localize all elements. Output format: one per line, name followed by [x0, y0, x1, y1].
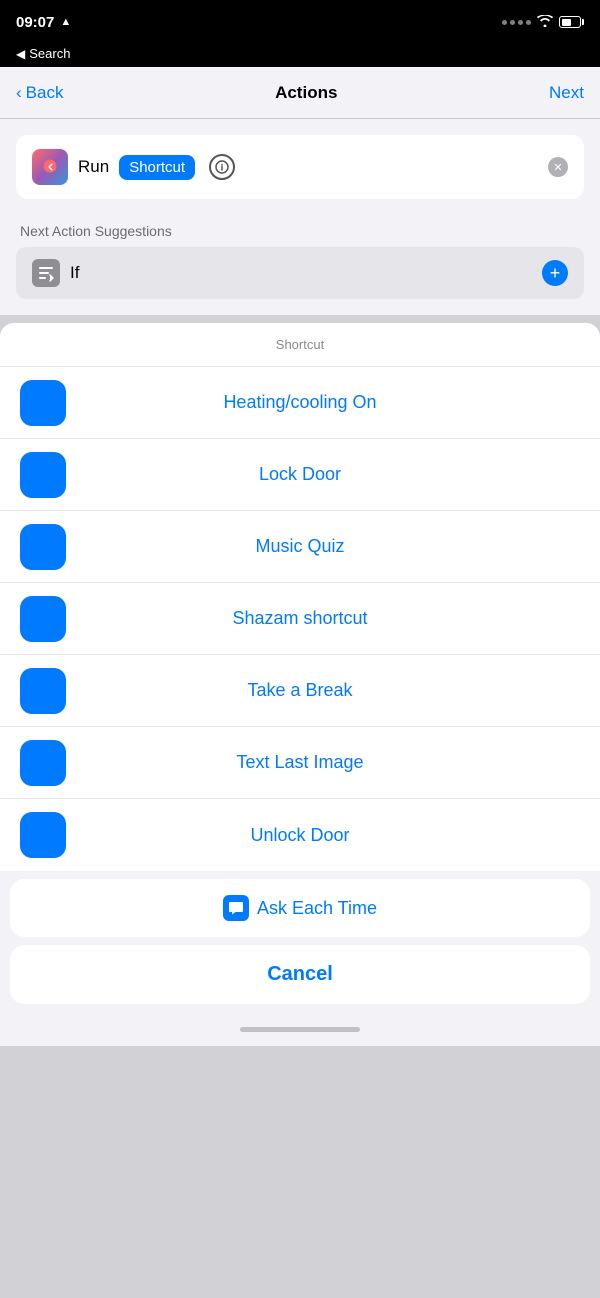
- search-back-arrow: ◀: [16, 47, 25, 61]
- item-label-lock-door: Lock Door: [82, 464, 518, 485]
- list-item[interactable]: Take a Break: [0, 655, 600, 727]
- back-label: Back: [26, 83, 64, 103]
- item-label-shazam: Shazam shortcut: [82, 608, 518, 629]
- bottom-sheet: Shortcut Heating/cooling On Lock Door Mu…: [0, 323, 600, 1046]
- ask-each-time-button[interactable]: Ask Each Time: [10, 879, 590, 937]
- next-button[interactable]: Next: [549, 83, 584, 103]
- section-suggestions-label: Next Action Suggestions: [16, 223, 584, 239]
- status-right: [502, 15, 584, 30]
- list-item[interactable]: Unlock Door: [0, 799, 600, 871]
- run-shortcut-card: Run Shortcut ✕: [16, 135, 584, 199]
- item-label-unlock-door: Unlock Door: [82, 825, 518, 846]
- ask-each-time-icon: [223, 895, 249, 921]
- item-label-heating: Heating/cooling On: [82, 392, 518, 413]
- nav-bar: ‹ Back Actions Next: [0, 67, 600, 119]
- list-item[interactable]: Lock Door: [0, 439, 600, 511]
- search-label: Search: [29, 46, 70, 61]
- item-icon-text-last-image: [20, 740, 66, 786]
- item-icon-take-break: [20, 668, 66, 714]
- list-item[interactable]: Shazam shortcut: [0, 583, 600, 655]
- item-icon-lock-door: [20, 452, 66, 498]
- search-bar: ◀ Search: [0, 44, 600, 67]
- page-title: Actions: [275, 83, 337, 103]
- sheet-header: Shortcut: [0, 323, 600, 367]
- signal-dots: [502, 20, 531, 25]
- item-label-text-last-image: Text Last Image: [82, 752, 518, 773]
- battery-icon: [559, 16, 584, 28]
- status-time: 09:07 ▲: [16, 14, 71, 31]
- home-bar: [240, 1027, 360, 1032]
- location-icon: ▲: [60, 16, 71, 28]
- if-label: If: [70, 263, 532, 283]
- list-item[interactable]: Text Last Image: [0, 727, 600, 799]
- if-suggestion-card[interactable]: If +: [16, 247, 584, 299]
- item-icon-unlock-door: [20, 812, 66, 858]
- sheet-title: Shortcut: [276, 337, 324, 352]
- back-chevron-icon: ‹: [16, 83, 22, 103]
- info-circle-icon[interactable]: [209, 154, 235, 180]
- back-button[interactable]: ‹ Back: [16, 83, 63, 103]
- home-indicator: [0, 1012, 600, 1046]
- shortcuts-app-icon: [32, 149, 68, 185]
- list-item[interactable]: Music Quiz: [0, 511, 600, 583]
- cancel-button[interactable]: Cancel: [10, 945, 590, 1004]
- if-icon: [32, 259, 60, 287]
- main-content: Run Shortcut ✕ Next Action Suggestions I…: [0, 119, 600, 315]
- item-label-music-quiz: Music Quiz: [82, 536, 518, 557]
- run-label: Run: [78, 157, 109, 177]
- item-icon-music-quiz: [20, 524, 66, 570]
- status-bar: 09:07 ▲: [0, 0, 600, 44]
- cancel-label: Cancel: [267, 963, 333, 986]
- wifi-icon: [537, 15, 553, 30]
- close-button[interactable]: ✕: [548, 157, 568, 177]
- ask-each-time-label: Ask Each Time: [257, 898, 377, 919]
- list-item[interactable]: Heating/cooling On: [0, 367, 600, 439]
- add-if-button[interactable]: +: [542, 260, 568, 286]
- item-icon-shazam: [20, 596, 66, 642]
- sheet-list: Heating/cooling On Lock Door Music Quiz …: [0, 367, 600, 871]
- item-label-take-break: Take a Break: [82, 680, 518, 701]
- shortcut-badge[interactable]: Shortcut: [119, 155, 195, 180]
- item-icon-heating: [20, 380, 66, 426]
